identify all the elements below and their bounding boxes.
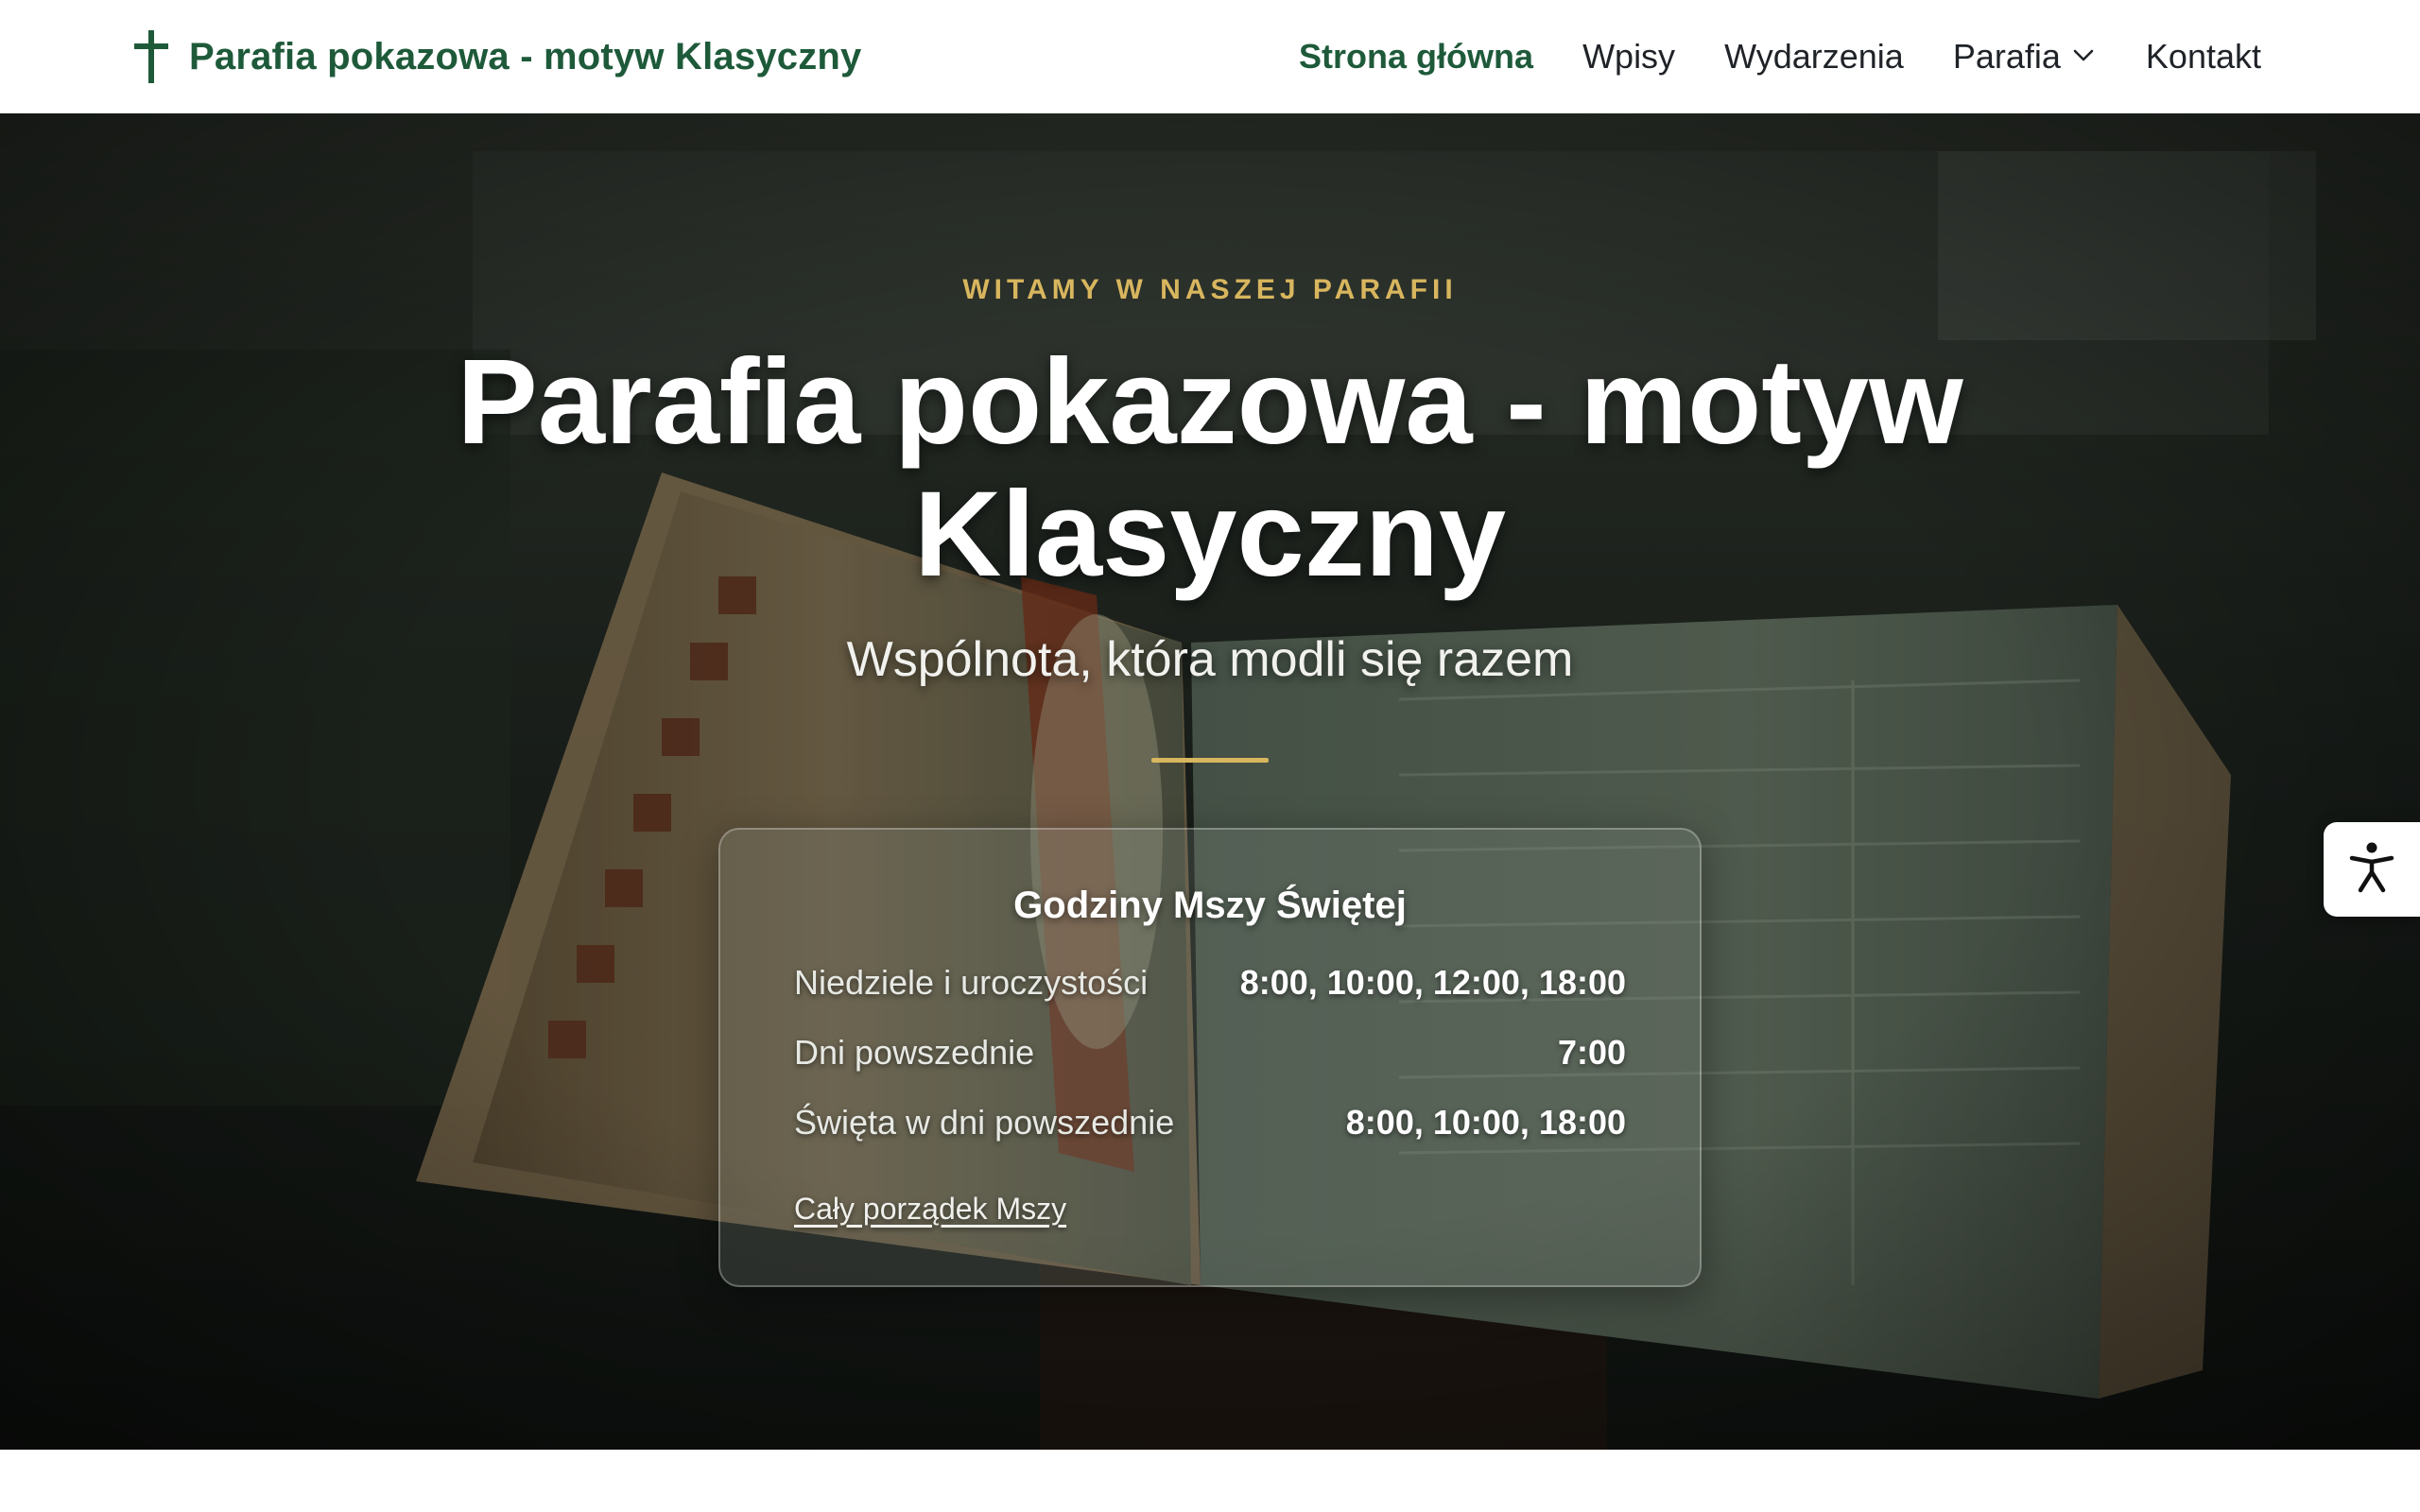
mass-times-row: Święta w dni powszednie 8:00, 10:00, 18:… — [794, 1088, 1626, 1158]
full-mass-schedule-link[interactable]: Cały porządek Mszy — [794, 1192, 1066, 1227]
mass-times-label: Dni powszednie — [794, 1033, 1035, 1072]
mass-times-label: Niedziele i uroczystości — [794, 963, 1149, 1002]
hero-content: WITAMY W NASZEJ PARAFII Parafia pokazowa… — [0, 113, 2420, 1450]
hero-title: Parafia pokazowa - motyw Klasyczny — [457, 335, 1963, 602]
gold-divider — [1151, 758, 1269, 763]
mass-times-card: Godziny Mszy Świętej Niedziele i uroczys… — [718, 828, 1702, 1287]
brand-link[interactable]: Parafia pokazowa - motyw Klasyczny — [132, 28, 862, 85]
cross-icon — [132, 28, 170, 85]
accessibility-icon — [2347, 841, 2396, 899]
mass-times-value: 7:00 — [1557, 1033, 1626, 1072]
site-header: Parafia pokazowa - motyw Klasyczny Stron… — [0, 0, 2420, 113]
nav-item-posts[interactable]: Wpisy — [1582, 37, 1675, 77]
nav-item-parish[interactable]: Parafia — [1953, 37, 2097, 77]
hero-section: WITAMY W NASZEJ PARAFII Parafia pokazowa… — [0, 113, 2420, 1450]
chevron-down-icon — [2070, 37, 2097, 77]
mass-times-row: Dni powszednie 7:00 — [794, 1018, 1626, 1088]
page-content-start — [0, 1450, 2420, 1512]
nav-item-home[interactable]: Strona główna — [1299, 37, 1533, 77]
nav-item-contact[interactable]: Kontakt — [2146, 37, 2261, 77]
mass-times-list: Niedziele i uroczystości 8:00, 10:00, 12… — [794, 948, 1626, 1158]
mass-times-row: Niedziele i uroczystości 8:00, 10:00, 12… — [794, 948, 1626, 1018]
hero-eyebrow: WITAMY W NASZEJ PARAFII — [962, 274, 1458, 305]
nav-item-parish-label: Parafia — [1952, 37, 2061, 76]
nav-item-events[interactable]: Wydarzenia — [1724, 37, 1904, 77]
main-nav: Strona główna Wpisy Wydarzenia Parafia K… — [1299, 37, 2261, 77]
hero-subtitle: Wspólnota, która modli się razem — [846, 632, 1574, 687]
brand-title: Parafia pokazowa - motyw Klasyczny — [189, 35, 862, 77]
mass-times-value: 8:00, 10:00, 12:00, 18:00 — [1239, 963, 1626, 1002]
mass-times-value: 8:00, 10:00, 18:00 — [1345, 1103, 1626, 1142]
accessibility-button[interactable] — [2324, 822, 2420, 917]
mass-times-label: Święta w dni powszednie — [794, 1103, 1175, 1142]
mass-times-title: Godziny Mszy Świętej — [1013, 885, 1407, 926]
